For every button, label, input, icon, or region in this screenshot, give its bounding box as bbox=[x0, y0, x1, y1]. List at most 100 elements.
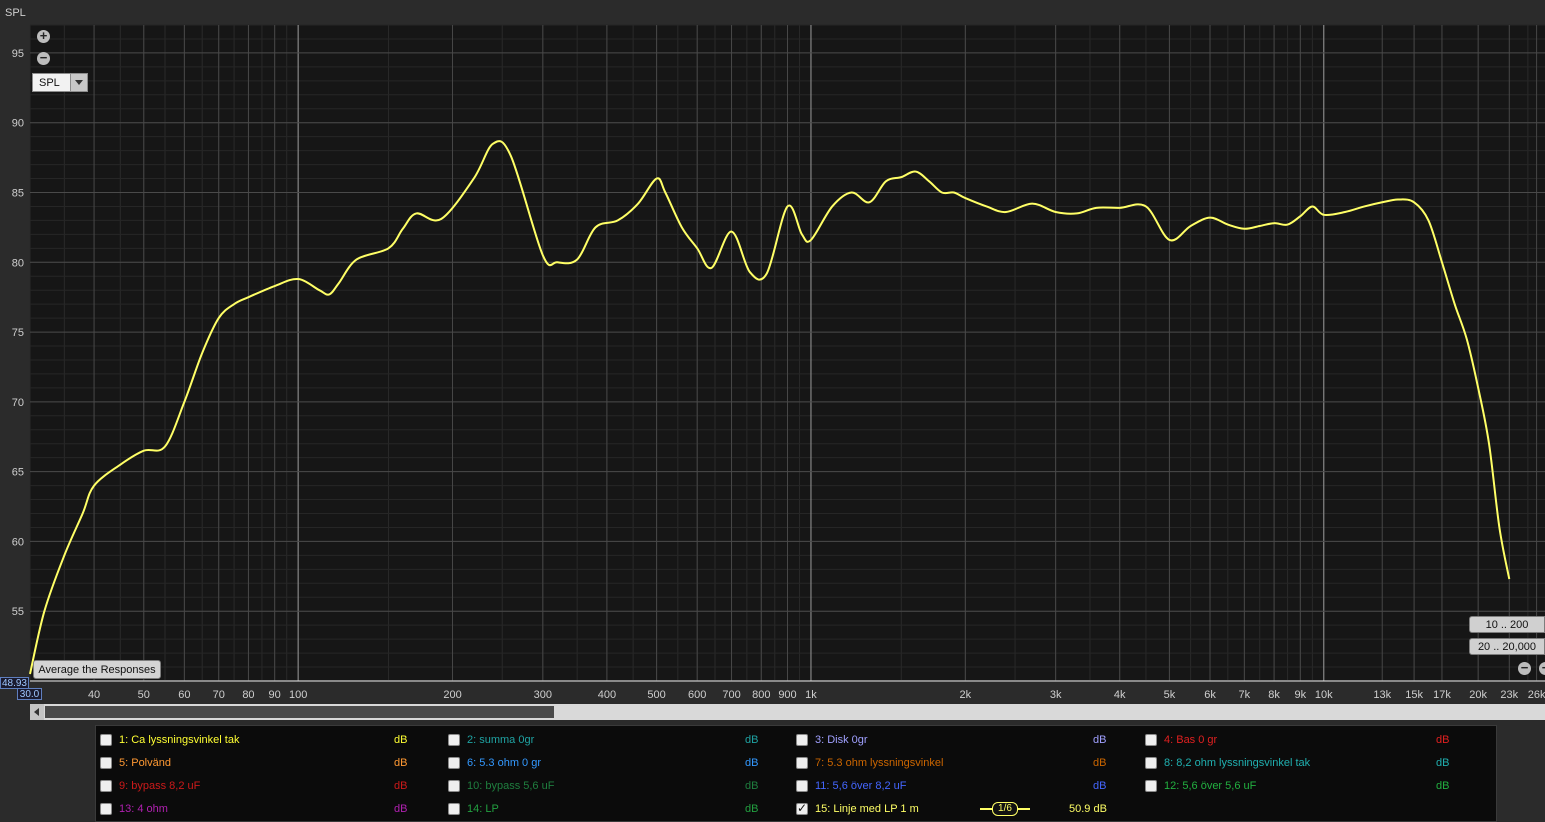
legend-checkbox[interactable] bbox=[448, 780, 460, 792]
measurement-type-select[interactable]: SPL bbox=[32, 73, 88, 92]
y-tick-label: 80 bbox=[12, 257, 24, 269]
legend-label[interactable]: 3: Disk 0gr bbox=[815, 734, 868, 746]
y-tick-label: 55 bbox=[12, 606, 24, 618]
legend-checkbox[interactable] bbox=[796, 734, 808, 746]
x-tick-label: 23k bbox=[1500, 689, 1518, 701]
zoom-out-icon[interactable]: − bbox=[37, 51, 50, 65]
measurement-type-value: SPL bbox=[39, 77, 60, 89]
x-zoom-out-icon[interactable]: − bbox=[1518, 661, 1531, 675]
x-zoom-reset-icon[interactable]: − bbox=[1539, 661, 1545, 675]
x-tick-labels: 40 50 60 70 80 90 100 200 300 400 500 600 700 800 900 1… bbox=[88, 689, 1545, 701]
x-tick-label: 17k bbox=[1433, 689, 1451, 701]
legend-checkbox[interactable] bbox=[1145, 734, 1157, 746]
frequency-response-chart[interactable]: 50 55 60 65 70 75 80 85 90 95 40 50 60 70 80 90 100 200 3… bbox=[0, 0, 1545, 705]
legend-checkbox[interactable] bbox=[100, 734, 112, 746]
legend-level-value: 50.9 dB bbox=[1069, 803, 1107, 815]
x-tick-label: 4k bbox=[1114, 689, 1126, 701]
legend-label[interactable]: 5: Polvänd bbox=[119, 757, 171, 769]
legend-label[interactable]: 14: LP bbox=[467, 803, 499, 815]
legend-unit: dB bbox=[394, 780, 408, 792]
legend-label[interactable]: 1: Ca lyssningsvinkel tak bbox=[119, 734, 239, 746]
legend-unit: dB bbox=[1093, 757, 1107, 769]
range-10-200-button[interactable]: 10 .. 200 bbox=[1469, 616, 1545, 633]
x-tick-label: 60 bbox=[178, 689, 190, 701]
x-tick-label: 40 bbox=[88, 689, 100, 701]
smoothing-indicator[interactable]: 1/6 bbox=[980, 802, 1030, 816]
x-tick-label: 10k bbox=[1315, 689, 1333, 701]
legend-unit: dB bbox=[394, 803, 408, 815]
y-tick-label: 70 bbox=[12, 397, 24, 409]
legend-label[interactable]: 9: bypass 8,2 uF bbox=[119, 780, 200, 792]
y-tick-label: 90 bbox=[12, 118, 24, 130]
legend-label[interactable]: 8: 8,2 ohm lyssningsvinkel tak bbox=[1164, 757, 1310, 769]
x-tick-label: 5k bbox=[1164, 689, 1176, 701]
x-tick-label: 6k bbox=[1204, 689, 1216, 701]
x-tick-label: 20k bbox=[1469, 689, 1487, 701]
x-tick-label: 8k bbox=[1268, 689, 1280, 701]
legend-checkbox[interactable] bbox=[448, 734, 460, 746]
horizontal-scrollbar[interactable] bbox=[30, 704, 1545, 720]
scroll-left-icon[interactable] bbox=[30, 704, 44, 720]
x-tick-label: 1k bbox=[805, 689, 817, 701]
x-tick-label: 70 bbox=[213, 689, 225, 701]
legend-checkbox[interactable] bbox=[448, 803, 460, 815]
x-tick-label: 100 bbox=[289, 689, 307, 701]
x-tick-label: 600 bbox=[688, 689, 706, 701]
zoom-in-icon[interactable]: + bbox=[37, 29, 50, 43]
legend-checkbox[interactable] bbox=[448, 757, 460, 769]
x-axis-min-field[interactable]: 30.0 bbox=[17, 688, 42, 700]
x-tick-label: 13k bbox=[1373, 689, 1391, 701]
legend-checkbox[interactable] bbox=[796, 757, 808, 769]
x-tick-label: 400 bbox=[598, 689, 616, 701]
legend-checkbox[interactable] bbox=[100, 803, 112, 815]
x-tick-label: 26k bbox=[1528, 689, 1545, 701]
y-tick-label: 75 bbox=[12, 327, 24, 339]
legend-label[interactable]: 10: bypass 5,6 uF bbox=[467, 780, 554, 792]
scrollbar-thumb[interactable] bbox=[45, 706, 554, 718]
average-responses-button[interactable]: Average the Responses bbox=[33, 660, 161, 679]
x-tick-label: 80 bbox=[242, 689, 254, 701]
x-tick-label: 9k bbox=[1295, 689, 1307, 701]
legend-checkbox[interactable] bbox=[100, 780, 112, 792]
y-tick-labels: 50556065707580859095 bbox=[12, 48, 24, 688]
legend-unit: dB bbox=[745, 803, 759, 815]
x-tick-label: 300 bbox=[534, 689, 552, 701]
legend-unit: dB bbox=[394, 734, 408, 746]
dropdown-arrow-icon[interactable] bbox=[70, 74, 87, 91]
legend-unit: dB bbox=[1436, 734, 1450, 746]
x-tick-label: 3k bbox=[1050, 689, 1062, 701]
legend-checkbox[interactable] bbox=[796, 801, 808, 815]
legend-unit: dB bbox=[1093, 734, 1107, 746]
x-tick-label: 900 bbox=[778, 689, 796, 701]
legend-checkbox[interactable] bbox=[100, 757, 112, 769]
x-tick-label: 15k bbox=[1405, 689, 1423, 701]
x-tick-label: 90 bbox=[269, 689, 281, 701]
legend-unit: dB bbox=[745, 757, 759, 769]
x-tick-label: 200 bbox=[443, 689, 461, 701]
measurement-legend: 1: Ca lyssningsvinkel tak dB 2: summa 0gr d… bbox=[95, 725, 1497, 822]
range-20-20000-button[interactable]: 20 .. 20,000 bbox=[1469, 638, 1545, 655]
legend-label[interactable]: 13: 4 ohm bbox=[119, 803, 168, 815]
legend-label[interactable]: 2: summa 0gr bbox=[467, 734, 534, 746]
legend-label[interactable]: 7: 5.3 ohm lyssningsvinkel bbox=[815, 757, 943, 769]
legend-checkbox[interactable] bbox=[1145, 780, 1157, 792]
y-tick-label: 60 bbox=[12, 536, 24, 548]
legend-label[interactable]: 11: 5,6 över 8,2 uF bbox=[815, 780, 907, 792]
legend-label[interactable]: 6: 5.3 ohm 0 gr bbox=[467, 757, 541, 769]
x-tick-label: 2k bbox=[960, 689, 972, 701]
legend-unit: dB bbox=[745, 734, 759, 746]
legend-label[interactable]: 4: Bas 0 gr bbox=[1164, 734, 1217, 746]
legend-label[interactable]: 12: 5,6 över 5,6 uF bbox=[1164, 780, 1256, 792]
x-tick-label: 50 bbox=[138, 689, 150, 701]
legend-label[interactable]: 15: Linje med LP 1 m bbox=[815, 803, 919, 815]
legend-checkbox[interactable] bbox=[1145, 757, 1157, 769]
legend-unit: dB bbox=[1436, 757, 1450, 769]
legend-unit: dB bbox=[1436, 780, 1450, 792]
y-tick-label: 65 bbox=[12, 467, 24, 479]
x-tick-label: 500 bbox=[647, 689, 665, 701]
legend-checkbox[interactable] bbox=[796, 780, 808, 792]
legend-unit: dB bbox=[1093, 780, 1107, 792]
smoothing-value[interactable]: 1/6 bbox=[992, 802, 1018, 816]
x-tick-label: 7k bbox=[1239, 689, 1251, 701]
legend-unit: dB bbox=[394, 757, 408, 769]
